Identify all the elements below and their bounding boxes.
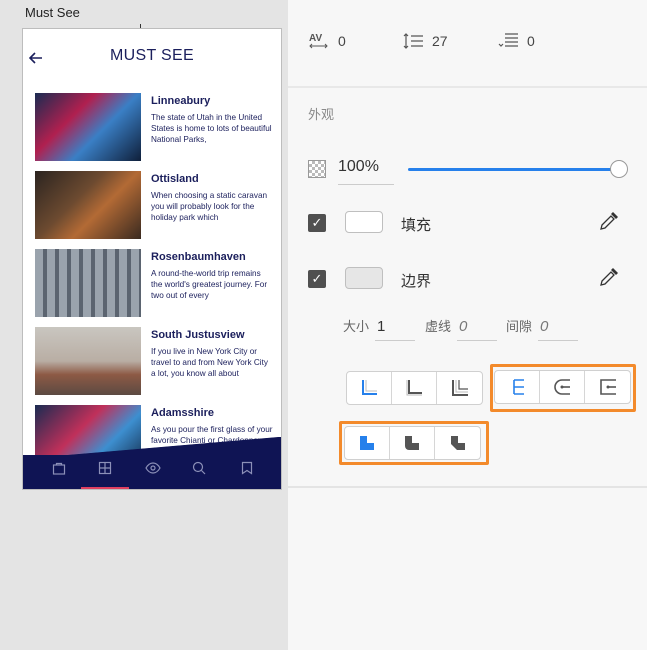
- inner-stroke-icon: [362, 380, 377, 395]
- list-item[interactable]: South Justusview If you live in New York…: [35, 327, 275, 405]
- place-list: Linneabury The state of Utah in the Unit…: [35, 93, 275, 483]
- fill-label: 填充: [401, 217, 432, 234]
- dash-label: 虚线: [425, 319, 452, 334]
- grid-icon[interactable]: [93, 461, 117, 481]
- eyedropper-icon[interactable]: [598, 210, 620, 232]
- app-header: MUST SEE: [23, 29, 281, 87]
- opacity-value[interactable]: 100%: [338, 158, 379, 176]
- fill-checkbox[interactable]: ✓: [308, 214, 326, 232]
- gap-control[interactable]: 间隙 0: [506, 316, 578, 341]
- square-cap-icon: [599, 379, 616, 395]
- border-row: ✓ 边界: [308, 264, 628, 296]
- app-title: MUST SEE: [110, 47, 194, 64]
- character-spacing-icon: AV: [308, 32, 330, 50]
- paragraph-spacing-value[interactable]: 0: [527, 33, 535, 49]
- line-join-group: [344, 426, 481, 460]
- active-tab-indicator: [81, 487, 129, 489]
- svg-text:AV: AV: [309, 33, 322, 44]
- list-item[interactable]: Ottisland When choosing a static caravan…: [35, 171, 275, 249]
- list-item[interactable]: Rosenbaumhaven A round-the-world trip re…: [35, 249, 275, 327]
- gap-label: 间隙: [506, 319, 533, 334]
- miter-join-button[interactable]: [345, 427, 390, 459]
- round-cap-button[interactable]: [540, 371, 585, 403]
- place-thumbnail: [35, 171, 141, 239]
- round-join-button[interactable]: [390, 427, 435, 459]
- opacity-checker-icon: [308, 160, 326, 178]
- paragraph-spacing-control[interactable]: 0: [497, 32, 535, 50]
- stroke-size-underline: [375, 340, 415, 341]
- stroke-size-label: 大小: [343, 319, 370, 334]
- dash-control[interactable]: 虚线 0: [425, 316, 497, 341]
- bevel-join-icon: [450, 436, 465, 450]
- fill-row: ✓ 填充: [308, 208, 628, 240]
- artboard[interactable]: MUST SEE Linneabury The state of Utah in…: [22, 28, 282, 490]
- line-cap-group: [494, 370, 631, 404]
- bag-icon[interactable]: [47, 461, 71, 481]
- character-spacing-control[interactable]: AV 0: [308, 32, 346, 50]
- square-cap-button[interactable]: [585, 371, 630, 403]
- text-spacing-section: AV 0 27 0: [288, 0, 647, 88]
- stroke-position-group: [346, 371, 483, 405]
- opacity-slider-track[interactable]: [408, 168, 620, 171]
- gap-underline: [538, 340, 578, 341]
- place-thumbnail: [35, 93, 141, 161]
- fill-color-swatch[interactable]: [345, 211, 383, 233]
- miter-join-icon: [360, 436, 374, 450]
- appearance-label: 外观: [308, 107, 335, 122]
- bookmark-icon[interactable]: [235, 461, 259, 481]
- outer-stroke-button[interactable]: [437, 372, 482, 404]
- center-stroke-button[interactable]: [392, 372, 437, 404]
- border-color-swatch[interactable]: [345, 267, 383, 289]
- stroke-size-value[interactable]: 1: [377, 318, 385, 335]
- place-description: The state of Utah in the United States i…: [151, 113, 272, 144]
- eye-icon[interactable]: [141, 461, 165, 481]
- round-join-icon: [405, 436, 419, 450]
- list-item[interactable]: Linneabury The state of Utah in the Unit…: [35, 93, 275, 171]
- line-spacing-control[interactable]: 27: [402, 32, 448, 50]
- place-thumbnail: [35, 327, 141, 395]
- place-description: If you live in New York City or travel t…: [151, 347, 268, 378]
- border-checkbox[interactable]: ✓: [308, 270, 326, 288]
- place-description: A round-the-world trip remains the world…: [151, 269, 268, 300]
- opacity-row: 100%: [308, 156, 628, 186]
- bevel-join-button[interactable]: [435, 427, 480, 459]
- opacity-underline: [338, 184, 394, 185]
- search-icon[interactable]: [187, 461, 211, 481]
- artboard-name[interactable]: Must See: [25, 5, 80, 20]
- inner-stroke-button[interactable]: [347, 372, 392, 404]
- place-title: Linneabury: [151, 95, 211, 107]
- line-spacing-icon: [402, 32, 424, 50]
- appearance-section: 外观 100% ✓ 填充 ✓ 边界 大小 1 虚线 0 间隙 0: [288, 90, 647, 488]
- place-title: Rosenbaumhaven: [151, 251, 246, 263]
- place-description: When choosing a static caravan you will …: [151, 191, 268, 222]
- opacity-slider-thumb[interactable]: [610, 160, 628, 178]
- gap-value[interactable]: 0: [540, 318, 548, 335]
- outer-stroke-icon: [451, 380, 468, 396]
- line-spacing-value[interactable]: 27: [432, 33, 448, 49]
- place-thumbnail: [35, 249, 141, 317]
- place-title: Ottisland: [151, 173, 199, 185]
- design-canvas[interactable]: Must See MUST SEE Linneabury The state o…: [0, 0, 288, 650]
- place-title: Adamsshire: [151, 407, 214, 419]
- stroke-params: 大小 1 虚线 0 间隙 0: [343, 316, 603, 346]
- tab-bar: [23, 455, 281, 489]
- eyedropper-icon[interactable]: [598, 266, 620, 288]
- stroke-size-control[interactable]: 大小 1: [343, 316, 415, 341]
- place-title: South Justusview: [151, 329, 245, 341]
- paragraph-spacing-icon: [497, 32, 519, 50]
- butt-cap-icon: [513, 379, 524, 395]
- border-label: 边界: [401, 273, 432, 290]
- property-inspector: AV 0 27 0 外观 100% ✓ 填充 ✓ 边界 大小 1 虚线 0 间隙…: [288, 0, 647, 650]
- character-spacing-value[interactable]: 0: [338, 33, 346, 49]
- dash-value[interactable]: 0: [459, 318, 467, 335]
- round-cap-icon: [554, 379, 570, 395]
- dash-underline: [457, 340, 497, 341]
- center-stroke-icon: [406, 380, 422, 396]
- butt-cap-button[interactable]: [495, 371, 540, 403]
